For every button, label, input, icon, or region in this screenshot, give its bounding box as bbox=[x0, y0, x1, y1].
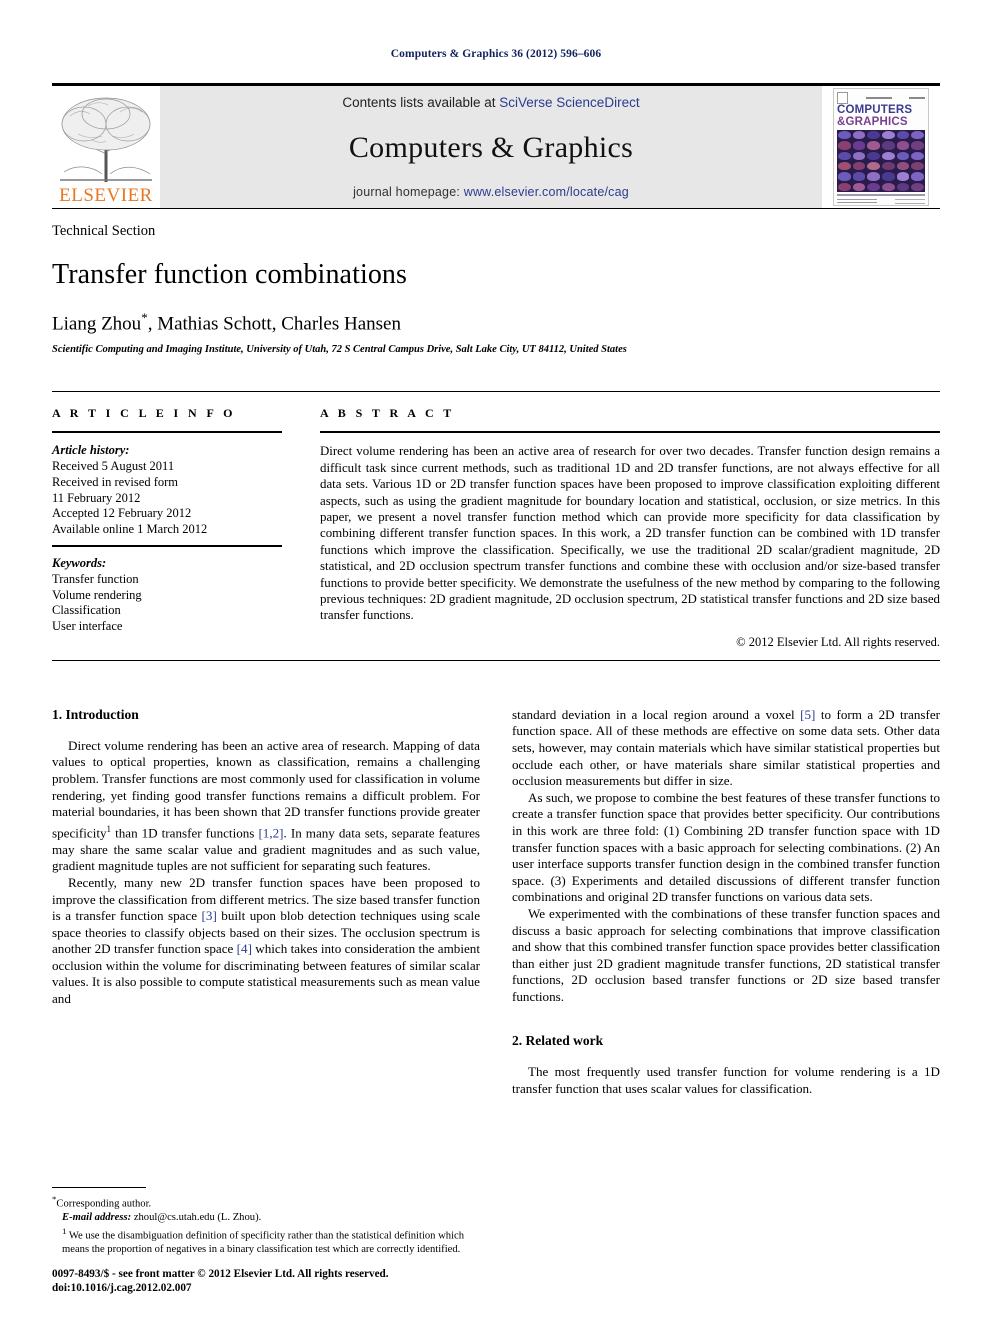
paragraph: As such, we propose to combine the best … bbox=[512, 789, 940, 905]
abstract-rule-top bbox=[320, 431, 940, 434]
cover-image: COMPUTERS &GRAPHICS bbox=[833, 88, 929, 206]
author-affiliation: Scientific Computing and Imaging Institu… bbox=[52, 344, 627, 356]
paragraph: Direct volume rendering has been an acti… bbox=[52, 738, 480, 875]
cover-issn-line bbox=[909, 97, 925, 99]
cover-footer-text bbox=[837, 199, 877, 205]
info-abstract-region: A R T I C L E I N F O Article history: R… bbox=[52, 391, 940, 649]
journal-title: Computers & Graphics bbox=[348, 130, 634, 164]
title-block: Technical Section Transfer function comb… bbox=[52, 208, 940, 355]
article-history-line: Accepted 12 February 2012 bbox=[52, 506, 192, 521]
author-first: Liang Zhou bbox=[52, 313, 142, 335]
footnote-text: We use the disambiguation definition of … bbox=[62, 1230, 465, 1255]
page-title: Transfer function combinations bbox=[52, 259, 408, 290]
section-heading-related-work: 2. Related work bbox=[512, 1033, 604, 1049]
keywords-heading: Keywords: bbox=[52, 556, 107, 571]
email-value[interactable]: zhoul@cs.utah.edu (L. Zhou). bbox=[134, 1212, 261, 1223]
footnote-text: Corresponding author. bbox=[56, 1198, 152, 1210]
citation-link[interactable]: [1,2] bbox=[258, 825, 283, 840]
body-left-column: 1. Introduction Direct volume rendering … bbox=[52, 707, 480, 1098]
article-history-heading: Article history: bbox=[52, 443, 130, 458]
cover-sciencedirect-mark bbox=[895, 199, 925, 205]
journal-homepage-link[interactable]: www.elsevier.com/locate/cag bbox=[464, 185, 629, 199]
cover-title-line-2: &GRAPHICS bbox=[837, 116, 908, 128]
journal-cover-thumbnail: COMPUTERS &GRAPHICS bbox=[822, 86, 940, 208]
paragraph: The most frequently used transfer functi… bbox=[512, 1064, 940, 1097]
cover-header-strip bbox=[837, 92, 925, 104]
issn-line: 0097-8493/$ - see front matter © 2012 El… bbox=[52, 1268, 389, 1280]
contents-lists-line: Contents lists available at SciVerse Sci… bbox=[342, 95, 639, 110]
abstract-text: Direct volume rendering has been an acti… bbox=[320, 444, 940, 623]
footnote-number: 1 bbox=[62, 1225, 67, 1236]
journal-masthead: ELSEVIER Contents lists available at Sci… bbox=[52, 83, 940, 208]
citation-link[interactable]: [3] bbox=[202, 908, 217, 923]
article-history-line: Received 5 August 2011 bbox=[52, 459, 175, 474]
article-info-rule-mid bbox=[52, 545, 282, 548]
article-info-rule-top bbox=[52, 431, 282, 434]
footnote-region: *Corresponding author. E-mail address: z… bbox=[52, 1187, 489, 1295]
elsevier-tree-icon bbox=[58, 94, 154, 186]
paragraph-text: standard deviation in a local region aro… bbox=[512, 706, 801, 722]
cover-header-text-line bbox=[865, 97, 892, 99]
section-type-label: Technical Section bbox=[52, 223, 156, 239]
article-history-line: Received in revised form bbox=[52, 474, 178, 489]
elsevier-wordmark: ELSEVIER bbox=[59, 185, 153, 206]
author-list: Liang Zhou*, Mathias Schott, Charles Han… bbox=[52, 310, 940, 335]
sciencedirect-link[interactable]: SciVerse ScienceDirect bbox=[499, 95, 639, 110]
issn-copyright-block: 0097-8493/$ - see front matter © 2012 El… bbox=[52, 1267, 489, 1295]
article-info-label: A R T I C L E I N F O bbox=[52, 406, 236, 421]
paragraph: We experimented with the combinations of… bbox=[512, 905, 940, 1004]
body-columns: 1. Introduction Direct volume rendering … bbox=[52, 707, 940, 1098]
citation-link[interactable]: [4] bbox=[237, 941, 252, 956]
keyword-item: Volume rendering bbox=[52, 587, 142, 602]
paper-page: Computers & Graphics 36 (2012) 596–606 E… bbox=[0, 0, 992, 1323]
footnote-email: E-mail address: zhoul@cs.utah.edu (L. Zh… bbox=[52, 1211, 489, 1224]
paragraph: Recently, many new 2D transfer function … bbox=[52, 875, 480, 1008]
article-history-line: Available online 1 March 2012 bbox=[52, 521, 208, 536]
body-right-column: standard deviation in a local region aro… bbox=[512, 707, 940, 1098]
doi-line[interactable]: doi:10.1016/j.cag.2012.02.007 bbox=[52, 1281, 489, 1295]
section-heading-introduction: 1. Introduction bbox=[52, 706, 139, 722]
elsevier-logo: ELSEVIER bbox=[52, 86, 160, 208]
paragraph-text: than 1D transfer functions bbox=[111, 825, 259, 841]
cover-publisher-mark bbox=[837, 92, 848, 104]
article-history-line: 11 February 2012 bbox=[52, 490, 141, 505]
abstract-label: A B S T R A C T bbox=[320, 406, 455, 421]
article-info-column: A R T I C L E I N F O Article history: R… bbox=[52, 406, 282, 649]
footnote-corresponding-author: *Corresponding author. bbox=[52, 1193, 489, 1211]
footnote-separator-rule bbox=[52, 1187, 146, 1189]
cover-footer-strip bbox=[837, 199, 925, 205]
citation-link[interactable]: [5] bbox=[800, 707, 815, 722]
abstract-copyright: © 2012 Elsevier Ltd. All rights reserved… bbox=[736, 634, 940, 649]
author-rest: , Mathias Schott, Charles Hansen bbox=[147, 313, 401, 335]
keyword-item: Classification bbox=[52, 603, 121, 618]
homepage-prefix: journal homepage: bbox=[353, 185, 461, 199]
email-label: E-mail address: bbox=[62, 1212, 132, 1224]
keyword-item: User interface bbox=[52, 619, 123, 634]
running-head: Computers & Graphics 36 (2012) 596–606 bbox=[390, 48, 602, 60]
keyword-item: Transfer function bbox=[52, 572, 139, 587]
journal-homepage-line: journal homepage: www.elsevier.com/locat… bbox=[353, 185, 629, 199]
abstract-rule-bottom bbox=[52, 659, 940, 661]
cover-artwork-grid bbox=[837, 130, 925, 192]
journal-band: Contents lists available at SciVerse Sci… bbox=[160, 86, 822, 208]
contents-prefix: Contents lists available at bbox=[342, 95, 496, 110]
cover-title-line-1: COMPUTERS bbox=[837, 104, 913, 116]
footnote-1: 1 We use the disambiguation definition o… bbox=[52, 1225, 489, 1256]
cover-caption-rule bbox=[837, 194, 925, 196]
abstract-column: A B S T R A C T Direct volume rendering … bbox=[320, 406, 940, 649]
paragraph: standard deviation in a local region aro… bbox=[512, 707, 940, 790]
